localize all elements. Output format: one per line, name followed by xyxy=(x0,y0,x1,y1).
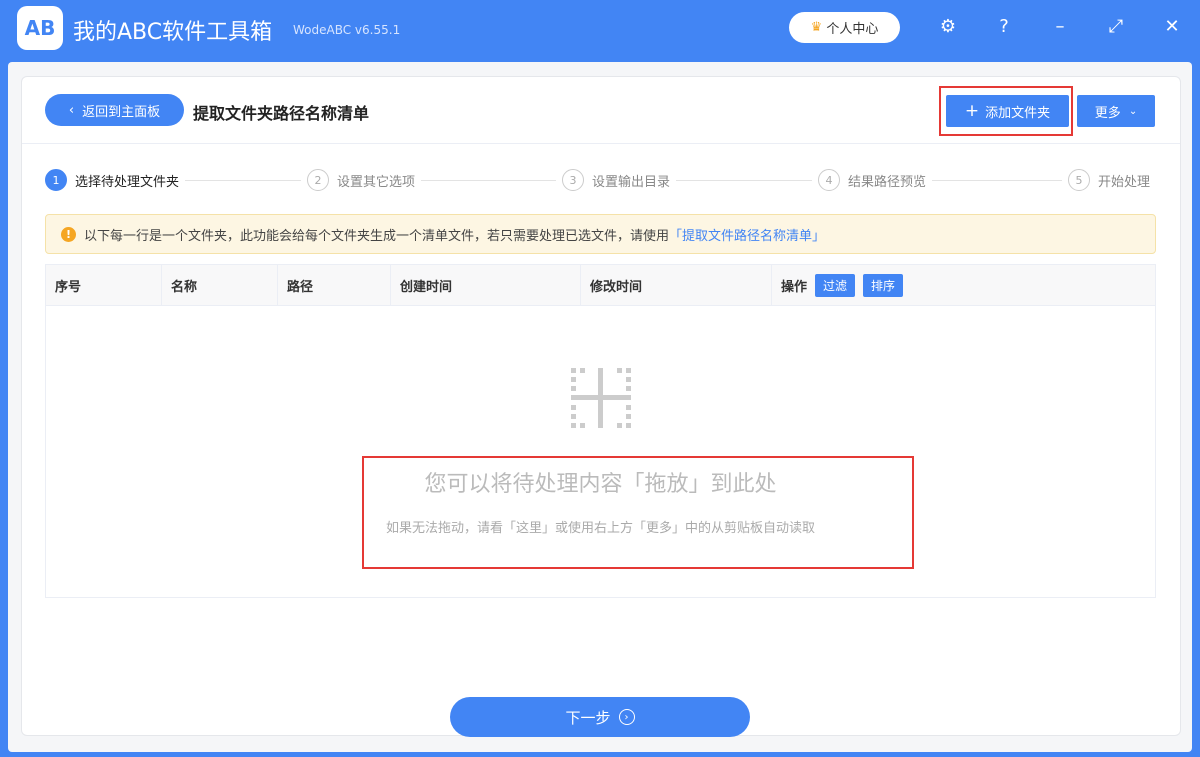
chevron-left-icon: ‹ xyxy=(68,102,75,118)
app-logo: AB xyxy=(17,6,63,50)
step-3: 3 设置输出目录 xyxy=(556,169,677,191)
step-number: 1 xyxy=(45,169,67,191)
step-label: 开始处理 xyxy=(1098,174,1151,190)
next-step-button[interactable]: 下一步 › xyxy=(450,697,750,737)
back-button[interactable]: ‹ 返回到主面板 xyxy=(45,94,184,126)
more-label: 更多 xyxy=(1094,105,1121,121)
filter-button[interactable]: 过滤 xyxy=(815,273,856,297)
back-label: 返回到主面板 xyxy=(82,104,161,120)
app-title: 我的ABC软件工具箱 xyxy=(73,20,273,45)
next-label: 下一步 xyxy=(565,708,611,727)
notice-text: 以下每一行是一个文件夹，此功能会给每个文件夹生成一个清单文件，若只需要处理已选文… xyxy=(84,228,670,244)
column-header: 路径 xyxy=(278,265,391,305)
step-2: 2 设置其它选项 xyxy=(301,169,422,191)
step-label: 结果路径预览 xyxy=(848,174,927,190)
chevron-down-icon: ⌄ xyxy=(1128,105,1138,117)
actions-header: 操作 过滤 排序 xyxy=(772,265,904,305)
more-button[interactable]: 更多 ⌄ xyxy=(1077,95,1155,127)
arrow-right-circle-icon: › xyxy=(618,709,635,725)
help-icon[interactable]: ? xyxy=(992,16,1016,37)
step-label: 设置输出目录 xyxy=(592,174,671,190)
sort-button[interactable]: 排序 xyxy=(863,273,904,297)
folder-table: 序号 名称 路径 创建时间 修改时间 操作 过滤 排序 您可以将待处理内容「拖放」到… xyxy=(45,264,1156,598)
title-bar: AB 我的ABC软件工具箱 WodeABC v6.55.1 ♛ 个人中心 ⚙ ? … xyxy=(0,0,1200,58)
user-center-button[interactable]: ♛ 个人中心 xyxy=(789,12,900,43)
column-header: 序号 xyxy=(46,265,162,305)
main-area: ‹ 返回到主面板 提取文件夹路径名称清单 + 添加文件夹 更多 ⌄ 1 选择待处理文件夹… xyxy=(8,62,1192,752)
notice-link[interactable]: 「提取文件路径名称清单」 xyxy=(669,225,825,244)
warning-icon: ! xyxy=(61,226,76,242)
step-number: 2 xyxy=(307,169,329,191)
user-center-label: 个人中心 xyxy=(826,22,879,37)
step-5: 5 开始处理 xyxy=(1062,169,1157,191)
highlight-box xyxy=(939,86,1073,136)
app-version: WodeABC v6.55.1 xyxy=(293,23,401,37)
close-icon[interactable]: ✕ xyxy=(1160,16,1184,37)
step-label: 设置其它选项 xyxy=(337,174,416,190)
notice-banner: ! 以下每一行是一个文件夹，此功能会给每个文件夹生成一个清单文件，若只需要处理已选… xyxy=(45,214,1156,254)
table-header: 序号 名称 路径 创建时间 修改时间 操作 过滤 排序 xyxy=(46,265,1155,306)
highlight-box xyxy=(362,456,914,569)
column-header: 创建时间 xyxy=(391,265,581,305)
step-number: 3 xyxy=(562,169,584,191)
minimize-icon[interactable]: – xyxy=(1048,16,1072,37)
settings-icon[interactable]: ⚙ xyxy=(936,16,960,37)
step-label: 选择待处理文件夹 xyxy=(75,174,180,190)
step-number: 5 xyxy=(1068,169,1090,191)
drop-zone-icon xyxy=(571,368,631,428)
column-header: 修改时间 xyxy=(581,265,772,305)
page-title: 提取文件夹路径名称清单 xyxy=(193,104,370,123)
column-header: 操作 xyxy=(781,279,808,295)
crown-icon: ♛ xyxy=(810,20,823,35)
column-header: 名称 xyxy=(162,265,278,305)
step-number: 4 xyxy=(818,169,840,191)
maximize-icon[interactable]: ⤢ xyxy=(1104,16,1128,37)
step-4: 4 结果路径预览 xyxy=(812,169,933,191)
content-card: ‹ 返回到主面板 提取文件夹路径名称清单 + 添加文件夹 更多 ⌄ 1 选择待处理文件夹… xyxy=(21,76,1181,737)
step-1: 1 选择待处理文件夹 xyxy=(45,169,186,191)
divider xyxy=(22,143,1180,144)
